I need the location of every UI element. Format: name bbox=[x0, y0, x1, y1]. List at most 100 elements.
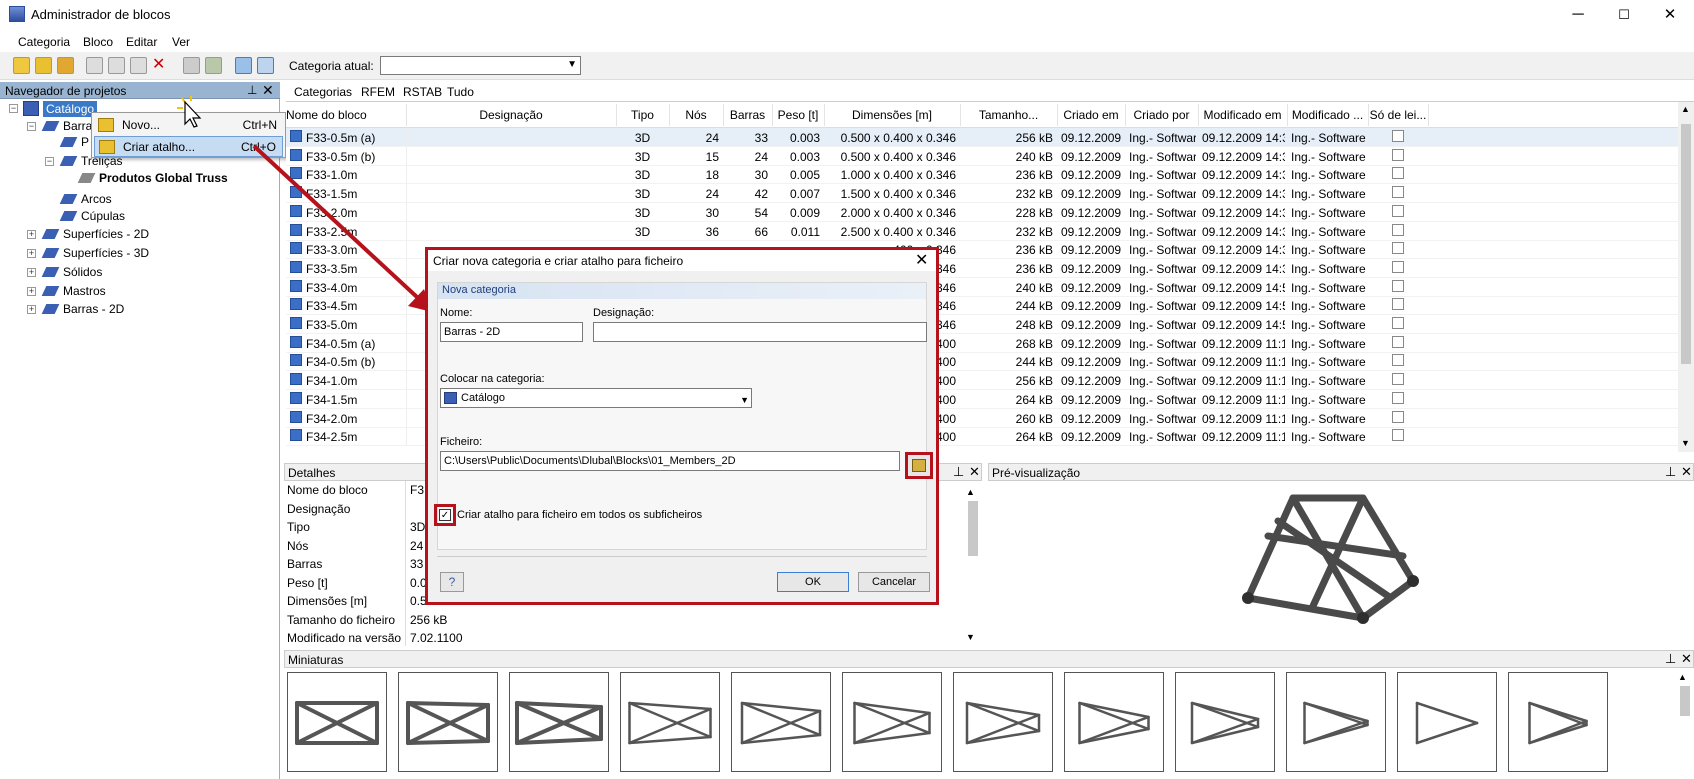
tree-node-barra[interactable]: Barra bbox=[41, 118, 92, 134]
new-folder-icon[interactable] bbox=[13, 57, 30, 74]
scroll-up-icon[interactable]: ▲ bbox=[1678, 672, 1687, 682]
close-icon[interactable]: ✕ bbox=[262, 82, 274, 99]
readonly-checkbox[interactable] bbox=[1392, 317, 1404, 329]
readonly-checkbox[interactable] bbox=[1392, 242, 1404, 255]
maximize-button[interactable]: ☐ bbox=[1601, 0, 1647, 30]
thumbnail[interactable] bbox=[1508, 672, 1608, 772]
close-icon[interactable]: ✕ bbox=[969, 464, 980, 480]
expand-icon[interactable]: + bbox=[27, 249, 36, 258]
shortcut-folder-icon[interactable] bbox=[57, 57, 74, 74]
delete-icon[interactable]: ✕ bbox=[152, 57, 169, 74]
cancel-button[interactable]: Cancelar bbox=[858, 572, 930, 592]
place-in-category-select[interactable]: Catálogo ▼ bbox=[440, 388, 752, 408]
tree-node-p[interactable]: P bbox=[59, 134, 89, 150]
pin-icon[interactable]: ⊥ bbox=[1665, 651, 1676, 667]
thumbnail[interactable] bbox=[731, 672, 831, 772]
thumbnail[interactable] bbox=[509, 672, 609, 772]
tree-node-cupulas[interactable]: Cúpulas bbox=[59, 208, 125, 224]
ok-button[interactable]: OK bbox=[777, 572, 849, 592]
menu-editar[interactable]: Editar bbox=[126, 35, 157, 49]
readonly-checkbox[interactable] bbox=[1392, 373, 1404, 386]
tab-rstab[interactable]: RSTAB bbox=[403, 85, 442, 99]
file-path-input[interactable]: C:\Users\Public\Documents\Dlubal\Blocks\… bbox=[440, 451, 900, 471]
table-scrollbar[interactable]: ▲ ▼ bbox=[1678, 102, 1694, 452]
browse-button[interactable] bbox=[905, 452, 933, 479]
menu-item-criar-atalho[interactable]: Criar atalho... Ctrl+O bbox=[94, 136, 283, 157]
paste-icon[interactable] bbox=[108, 57, 125, 74]
collapse-icon[interactable]: − bbox=[27, 122, 36, 131]
tree-node-barras-2d[interactable]: Barras - 2D bbox=[41, 301, 124, 317]
menu-categoria[interactable]: Categoria bbox=[18, 35, 70, 49]
readonly-checkbox[interactable] bbox=[1392, 167, 1404, 180]
collapse-icon[interactable]: − bbox=[45, 157, 54, 166]
copy-icon[interactable] bbox=[86, 57, 103, 74]
help-button[interactable]: ? bbox=[440, 572, 464, 592]
column-header[interactable]: Designação bbox=[406, 108, 616, 122]
table-row[interactable]: F33-1.5m 3D 24 42 0.007 1.500 x 0.400 x 0.346… bbox=[286, 184, 1678, 204]
duplicate-icon[interactable] bbox=[130, 57, 147, 74]
column-header[interactable]: Nós bbox=[669, 108, 723, 122]
expand-icon[interactable]: + bbox=[27, 305, 36, 314]
tree-node-arcos[interactable]: Arcos bbox=[59, 191, 112, 207]
table-row[interactable]: F33-2.5m 3D 36 66 0.011 2.500 x 0.400 x 0.346… bbox=[286, 221, 1678, 241]
expand-icon[interactable]: + bbox=[27, 268, 36, 277]
readonly-checkbox[interactable] bbox=[1392, 335, 1404, 348]
preview-view-icon[interactable] bbox=[257, 57, 274, 74]
collapse-icon[interactable]: − bbox=[9, 104, 18, 113]
readonly-checkbox[interactable] bbox=[1392, 148, 1404, 161]
close-icon[interactable]: ✕ bbox=[1681, 464, 1692, 480]
column-header[interactable]: Peso [t] bbox=[772, 108, 824, 122]
tree-node-mastros[interactable]: Mastros bbox=[41, 283, 106, 299]
grid-view-icon[interactable] bbox=[235, 57, 252, 74]
tree-node-catalogo[interactable]: Catálogo bbox=[43, 101, 98, 117]
column-header[interactable]: Criado por bbox=[1125, 108, 1198, 122]
thumbnail[interactable] bbox=[953, 672, 1053, 772]
pin-icon[interactable]: ⊥ bbox=[1665, 464, 1676, 480]
scroll-up-icon[interactable]: ▲ bbox=[1681, 104, 1690, 114]
tab-rfem[interactable]: RFEM bbox=[361, 85, 395, 99]
thumbnail[interactable] bbox=[1064, 672, 1164, 772]
menu-bloco[interactable]: Bloco bbox=[83, 35, 113, 49]
column-header[interactable]: Criado em bbox=[1057, 108, 1125, 122]
minimize-button[interactable]: ─ bbox=[1555, 0, 1601, 30]
create-shortcut-subfolders-checkbox[interactable]: ✓ bbox=[439, 509, 451, 521]
column-header[interactable]: Dimensões [m] bbox=[824, 108, 960, 122]
readonly-checkbox[interactable] bbox=[1392, 429, 1404, 442]
scroll-thumb[interactable] bbox=[968, 501, 978, 556]
readonly-checkbox[interactable] bbox=[1392, 391, 1404, 404]
expand-icon[interactable]: + bbox=[27, 230, 36, 239]
readonly-checkbox[interactable] bbox=[1392, 410, 1404, 423]
column-header[interactable]: Modificado em bbox=[1198, 108, 1287, 122]
open-folder-icon[interactable] bbox=[35, 57, 52, 74]
readonly-checkbox[interactable] bbox=[1392, 204, 1404, 217]
column-header[interactable]: Nome do bloco bbox=[286, 108, 406, 122]
column-header[interactable]: Tamanho... bbox=[960, 108, 1057, 122]
table-row[interactable]: F33-1.0m 3D 18 30 0.005 1.000 x 0.400 x 0.346… bbox=[286, 165, 1678, 185]
thumbnail[interactable] bbox=[1397, 672, 1497, 772]
scroll-up-icon[interactable]: ▲ bbox=[966, 487, 975, 497]
readonly-checkbox[interactable] bbox=[1392, 298, 1404, 311]
readonly-checkbox[interactable] bbox=[1392, 354, 1404, 367]
table-row[interactable]: F33-0.5m (a) 3D 24 33 0.003 0.500 x 0.400 x 0… bbox=[286, 128, 1678, 147]
tree-node-solidos[interactable]: Sólidos bbox=[41, 264, 102, 280]
thumbnail[interactable] bbox=[1286, 672, 1386, 772]
close-icon[interactable]: ✕ bbox=[1681, 651, 1692, 667]
scroll-down-icon[interactable]: ▼ bbox=[1681, 438, 1690, 448]
current-category-select[interactable]: ▼ bbox=[380, 56, 581, 75]
close-button[interactable]: ✕ bbox=[1647, 0, 1693, 30]
thumbnail[interactable] bbox=[620, 672, 720, 772]
import-icon[interactable] bbox=[183, 57, 200, 74]
readonly-checkbox[interactable] bbox=[1392, 279, 1404, 292]
tab-categorias[interactable]: Categorias bbox=[294, 85, 352, 99]
readonly-checkbox[interactable] bbox=[1392, 130, 1404, 142]
tree-node-global-truss[interactable]: Produtos Global Truss bbox=[77, 170, 228, 186]
tree-node-superficies-2d[interactable]: Superfícies - 2D bbox=[41, 226, 149, 242]
column-header[interactable]: Tipo bbox=[616, 108, 669, 122]
table-row[interactable]: F33-0.5m (b) 3D 15 24 0.003 0.500 x 0.400 x 0… bbox=[286, 146, 1678, 166]
thumbnail[interactable] bbox=[1175, 672, 1275, 772]
readonly-checkbox[interactable] bbox=[1392, 260, 1404, 273]
menu-ver[interactable]: Ver bbox=[172, 35, 190, 49]
pin-icon[interactable]: ⊥ bbox=[247, 83, 257, 97]
column-header[interactable]: Barras bbox=[723, 108, 772, 122]
readonly-checkbox[interactable] bbox=[1392, 223, 1404, 236]
